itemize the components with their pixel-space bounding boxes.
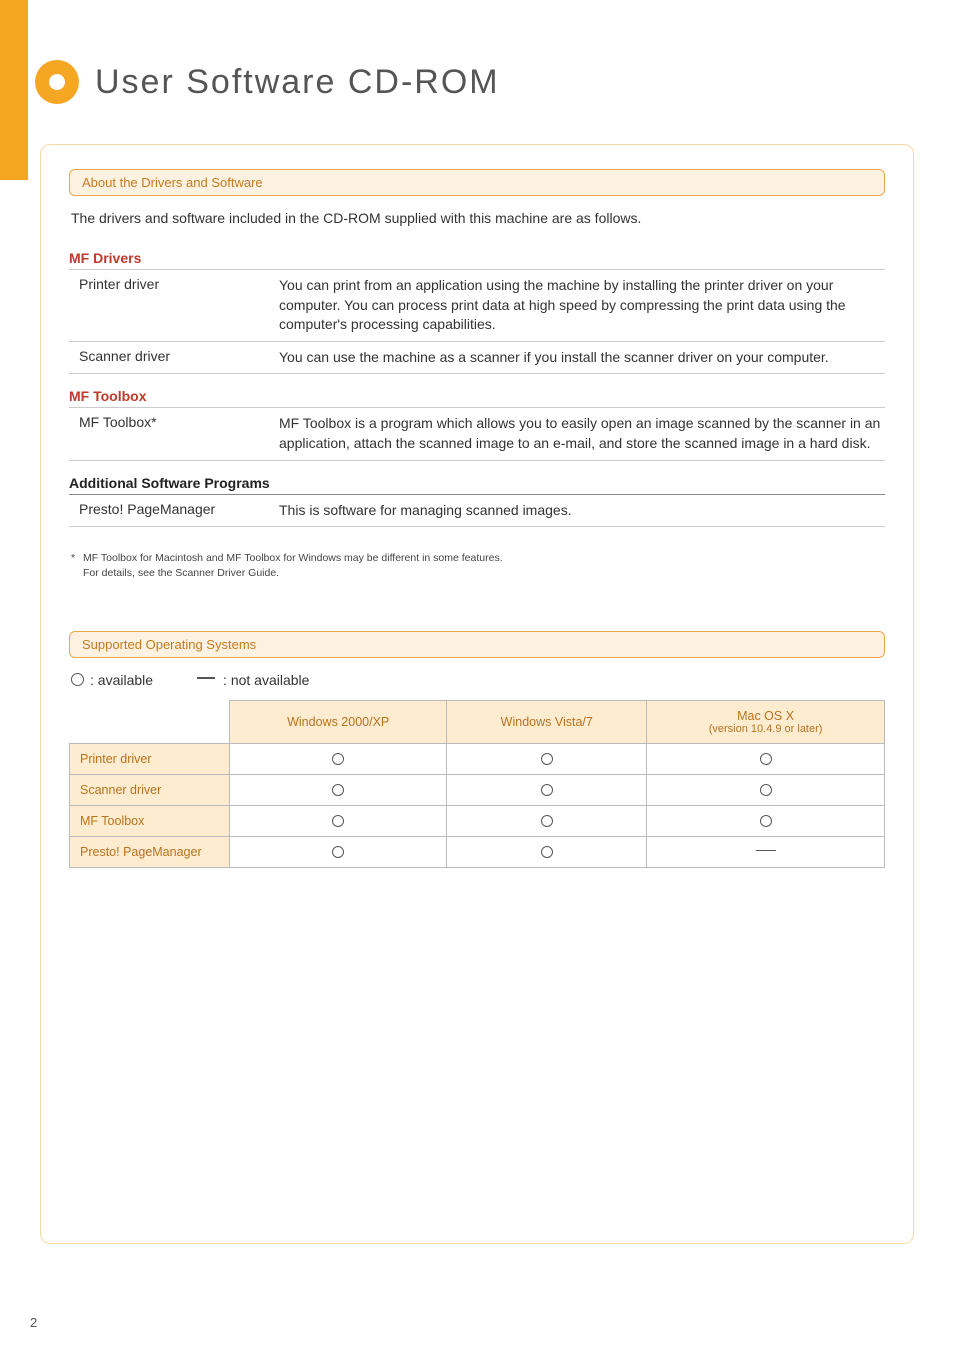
circle-icon (760, 784, 772, 796)
table-header-row: Windows 2000/XPWindows Vista/7Mac OS X(v… (70, 700, 885, 743)
support-cell (230, 805, 447, 836)
row-key: MF Toolbox* (79, 414, 279, 453)
row-label: Scanner driver (70, 774, 230, 805)
table-body: Printer driverScanner driverMF ToolboxPr… (70, 743, 885, 867)
content-wrapper: User Software CD-ROM About the Drivers a… (40, 60, 914, 1310)
page-title: User Software CD-ROM (95, 63, 500, 102)
circle-icon (541, 753, 553, 765)
footnote-star-icon: * (71, 551, 83, 566)
group-heading: MF Toolbox (69, 388, 885, 408)
table-row: Presto! PageManagerThis is software for … (69, 495, 885, 528)
support-cell (447, 836, 647, 867)
bullet-icon (35, 60, 79, 104)
circle-icon (760, 815, 772, 827)
footnote: *MF Toolbox for Macintosh and MF Toolbox… (69, 551, 885, 580)
support-cell (230, 774, 447, 805)
main-panel: About the Drivers and Software The drive… (40, 144, 914, 1244)
row-key: Scanner driver (79, 348, 279, 368)
left-accent-bar (0, 0, 28, 180)
intro-text: The drivers and software included in the… (69, 210, 885, 226)
circle-icon (760, 753, 772, 765)
support-cell (447, 774, 647, 805)
groups-container: MF DriversPrinter driverYou can print fr… (69, 250, 885, 541)
legend: : available : not available (71, 672, 885, 688)
circle-icon (71, 673, 84, 686)
footnote-indent (71, 566, 83, 581)
table-header-cell: Windows 2000/XP (230, 700, 447, 743)
support-cell (230, 836, 447, 867)
circle-icon (541, 815, 553, 827)
footnote-line2: For details, see the Scanner Driver Guid… (83, 567, 279, 579)
circle-icon (541, 784, 553, 796)
row-label: Presto! PageManager (70, 836, 230, 867)
support-cell (647, 774, 885, 805)
support-cell (647, 743, 885, 774)
table-row: Printer driver (70, 743, 885, 774)
legend-not-available: : not available (223, 672, 309, 688)
row-key: Presto! PageManager (79, 501, 279, 521)
row-value: You can use the machine as a scanner if … (279, 348, 885, 368)
circle-icon (541, 846, 553, 858)
row-label: MF Toolbox (70, 805, 230, 836)
circle-icon (332, 753, 344, 765)
dash-icon (756, 850, 776, 852)
row-value: This is software for managing scanned im… (279, 501, 885, 521)
circle-icon (332, 846, 344, 858)
support-cell (447, 805, 647, 836)
table-row: Scanner driverYou can use the machine as… (69, 342, 885, 375)
table-row: Presto! PageManager (70, 836, 885, 867)
row-value: You can print from an application using … (279, 276, 885, 335)
page-number: 2 (30, 1315, 37, 1330)
os-support-table: Windows 2000/XPWindows Vista/7Mac OS X(v… (69, 700, 885, 868)
title-row: User Software CD-ROM (35, 60, 914, 104)
group-heading: MF Drivers (69, 250, 885, 270)
table-row: MF Toolbox*MF Toolbox is a program which… (69, 408, 885, 460)
table-corner-cell (70, 700, 230, 743)
table-header-cell: Mac OS X(version 10.4.9 or later) (647, 700, 885, 743)
legend-available: : available (90, 672, 153, 688)
section-header-drivers: About the Drivers and Software (69, 169, 885, 196)
table-row: Scanner driver (70, 774, 885, 805)
table-row: Printer driverYou can print from an appl… (69, 270, 885, 342)
row-value: MF Toolbox is a program which allows you… (279, 414, 885, 453)
group-heading: Additional Software Programs (69, 475, 885, 495)
support-cell (447, 743, 647, 774)
section-header-os: Supported Operating Systems (69, 631, 885, 658)
bullet-inner-icon (49, 74, 65, 90)
support-cell (647, 836, 885, 867)
row-key: Printer driver (79, 276, 279, 335)
support-cell (647, 805, 885, 836)
table-row: MF Toolbox (70, 805, 885, 836)
row-label: Printer driver (70, 743, 230, 774)
support-cell (230, 743, 447, 774)
footnote-line1: MF Toolbox for Macintosh and MF Toolbox … (83, 552, 503, 564)
circle-icon (332, 784, 344, 796)
dash-icon (197, 677, 215, 679)
circle-icon (332, 815, 344, 827)
table-header-cell: Windows Vista/7 (447, 700, 647, 743)
